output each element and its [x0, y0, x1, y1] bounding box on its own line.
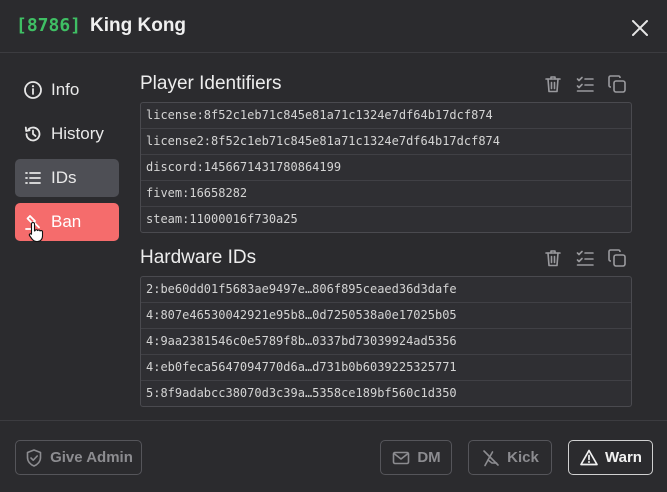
sidebar-item-history[interactable]: History — [15, 115, 119, 153]
warning-icon — [579, 448, 599, 468]
warn-button[interactable]: Warn — [568, 440, 653, 475]
player-identifiers-list: license:8f52c1eb71c845e81a71c1324e7df64b… — [140, 102, 632, 233]
mail-icon — [391, 448, 411, 468]
hardware-ids-title: Hardware IDs — [140, 247, 257, 268]
trash-icon[interactable] — [543, 74, 563, 94]
player-name: King Kong — [90, 15, 187, 36]
hardware-ids-toolbar — [543, 248, 627, 268]
player-id: [8786] — [16, 15, 82, 36]
close-icon[interactable] — [630, 18, 650, 38]
list-item[interactable]: 4:9aa2381546c0e5789f8b…0337bd73039924ad5… — [141, 329, 631, 355]
list-item[interactable]: 5:8f9adabcc38070d3c39a…5358ce189bf560c1d… — [141, 381, 631, 406]
player-identifiers-toolbar — [543, 74, 627, 94]
copy-icon[interactable] — [607, 248, 627, 268]
dm-label: DM — [417, 449, 441, 466]
list-item[interactable]: steam:11000016f730a25 — [141, 207, 631, 232]
player-identifiers-title: Player Identifiers — [140, 73, 282, 94]
list-item[interactable]: fivem:16658282 — [141, 181, 631, 207]
sidebar-item-label: History — [51, 124, 104, 143]
modal-header: [8786] King Kong — [0, 0, 667, 53]
trash-icon[interactable] — [543, 248, 563, 268]
cursor-hand-icon — [28, 221, 46, 243]
sidebar-item-info[interactable]: Info — [15, 71, 119, 109]
sidebar-item-ids[interactable]: IDs — [15, 159, 119, 197]
list-item[interactable]: license:8f52c1eb71c845e81a71c1324e7df64b… — [141, 103, 631, 129]
shield-icon — [24, 448, 44, 468]
list-item[interactable]: license2:8f52c1eb71c845e81a71c1324e7df64… — [141, 129, 631, 155]
modal-footer: Give Admin DM Kick Warn — [0, 420, 667, 492]
list-item[interactable]: 4:eb0feca5647094770d6a…d731b0b6039225325… — [141, 355, 631, 381]
list-item[interactable]: 4:807e46530042921e95b8…0d7250538a0e17025… — [141, 303, 631, 329]
history-icon — [23, 124, 43, 144]
sidebar-item-label: Info — [51, 80, 80, 99]
sidebar-item-label: Ban — [51, 212, 82, 231]
checklist-icon[interactable] — [575, 248, 595, 268]
info-icon — [23, 80, 43, 100]
hardware-ids-list: 2:be60dd01f5683ae9497e…806f895ceaed36d3d… — [140, 276, 632, 407]
dm-button[interactable]: DM — [380, 440, 452, 475]
give-admin-button[interactable]: Give Admin — [15, 440, 142, 475]
checklist-icon[interactable] — [575, 74, 595, 94]
kick-label: Kick — [507, 449, 539, 466]
list-icon — [23, 168, 43, 188]
kick-icon — [481, 448, 501, 468]
give-admin-label: Give Admin — [50, 449, 133, 466]
sidebar-item-label: IDs — [51, 168, 77, 187]
list-item[interactable]: 2:be60dd01f5683ae9497e…806f895ceaed36d3d… — [141, 277, 631, 303]
copy-icon[interactable] — [607, 74, 627, 94]
list-item[interactable]: discord:1456671431780864199 — [141, 155, 631, 181]
kick-button[interactable]: Kick — [468, 440, 552, 475]
warn-label: Warn — [605, 449, 642, 466]
